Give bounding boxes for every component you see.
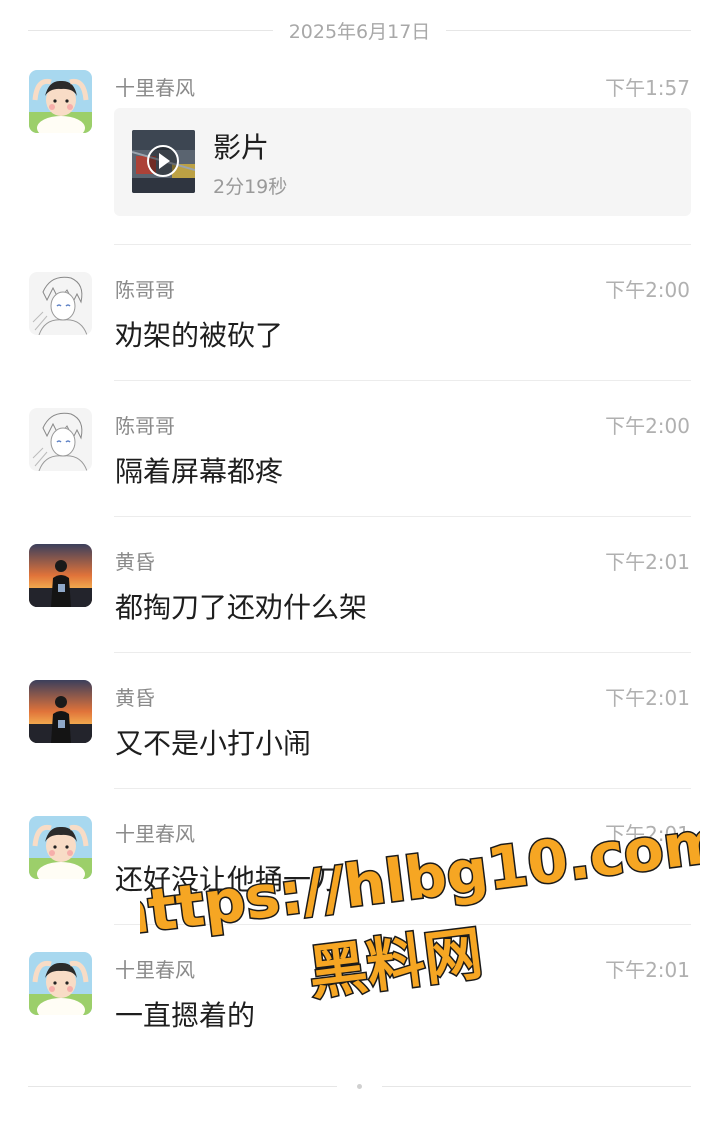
message-text: 都掏刀了还劝什么架: [115, 591, 368, 624]
message-divider: [114, 380, 691, 381]
message-time: 下午2:01: [605, 822, 690, 846]
boy-heart-avatar-icon: [29, 952, 92, 1015]
message-divider: [114, 788, 691, 789]
avatar[interactable]: [29, 816, 92, 879]
avatar[interactable]: [29, 272, 92, 335]
divider-line: [28, 29, 273, 31]
avatar[interactable]: [29, 70, 92, 133]
sunset-avatar-icon: [29, 544, 92, 607]
divider-line: [382, 1085, 691, 1087]
end-separator: [28, 1076, 691, 1096]
message-text: 又不是小打小闹: [115, 727, 312, 760]
sunset-avatar-icon: [29, 680, 92, 743]
sender-name: 十里春风: [115, 76, 195, 100]
message-text: 还好没让他捅一刀: [115, 863, 340, 896]
message-divider: [114, 516, 691, 517]
play-icon: [147, 145, 179, 177]
avatar[interactable]: [29, 408, 92, 471]
video-message-card[interactable]: 影片 2分19秒: [114, 108, 691, 216]
boy-heart-avatar-icon: [29, 816, 92, 879]
sketch-anime-avatar-icon: [29, 272, 92, 335]
sender-name: 陈哥哥: [115, 414, 175, 438]
sender-name: 黄昏: [115, 686, 155, 710]
video-thumbnail: [132, 130, 195, 193]
divider-line: [446, 29, 691, 31]
message-time: 下午2:01: [605, 686, 690, 710]
avatar[interactable]: [29, 544, 92, 607]
date-label: 2025年6月17日: [288, 20, 431, 43]
sender-name: 十里春风: [115, 958, 195, 982]
sketch-anime-avatar-icon: [29, 408, 92, 471]
watermark-title: 黑料网: [305, 919, 486, 1008]
separator-dot: [357, 1083, 362, 1089]
sender-name: 陈哥哥: [115, 278, 175, 302]
message-time: 下午2:00: [605, 414, 690, 438]
video-title: 影片: [213, 131, 270, 164]
message-time: 下午2:01: [605, 550, 690, 574]
boy-heart-avatar-icon: [29, 70, 92, 133]
message-text: 劝架的被砍了: [115, 319, 284, 352]
message-text: 隔着屏幕都疼: [115, 455, 284, 488]
message-time: 下午2:00: [605, 278, 690, 302]
message-divider: [114, 244, 691, 245]
date-separator: 2025年6月17日: [28, 14, 691, 46]
message-time: 下午2:01: [605, 958, 690, 982]
message-text: 一直摁着的: [115, 999, 256, 1032]
sender-name: 黄昏: [115, 550, 155, 574]
avatar[interactable]: [29, 680, 92, 743]
message-divider: [114, 924, 691, 925]
avatar[interactable]: [29, 952, 92, 1015]
message-divider: [114, 652, 691, 653]
sender-name: 十里春风: [115, 822, 195, 846]
divider-line: [28, 1085, 337, 1087]
message-time: 下午1:57: [605, 76, 690, 100]
video-duration: 2分19秒: [213, 176, 288, 198]
